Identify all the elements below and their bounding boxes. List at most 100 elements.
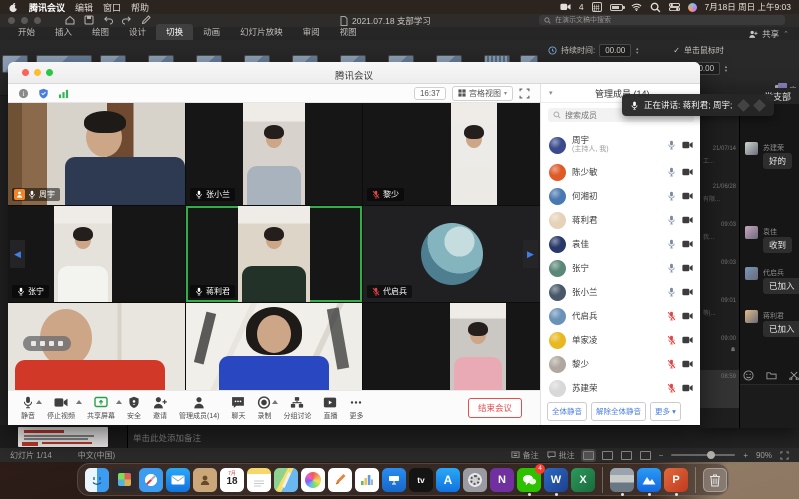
next-page-arrow[interactable]: ▶ — [523, 240, 538, 268]
wechat-chat-list-item[interactable]: 09:00 — [700, 332, 739, 370]
dock-item-tencent-meeting[interactable] — [637, 468, 661, 492]
ppt-zoom-button[interactable] — [34, 17, 41, 24]
toolbar-邀请[interactable]: 邀请 — [153, 396, 167, 421]
ppt-tab-切换[interactable]: 切换 — [156, 24, 193, 40]
toolbar-更多[interactable]: 更多 — [349, 396, 363, 421]
toolbar-录制[interactable]: 录制 — [257, 396, 271, 421]
member-camera-icon[interactable] — [682, 216, 693, 224]
dock-item-system-preferences[interactable] — [463, 468, 487, 492]
dock-item-notes[interactable] — [247, 468, 271, 492]
check-icon[interactable]: ✓ — [673, 46, 680, 55]
caret-up-icon[interactable] — [272, 400, 278, 404]
video-tile-周宇[interactable]: 周宇 — [8, 103, 185, 205]
network-signal-icon[interactable] — [58, 88, 69, 99]
member-row-张小兰[interactable]: 张小兰 — [541, 280, 701, 304]
member-mic-icon[interactable] — [667, 215, 676, 225]
ppt-tab-开始[interactable]: 开始 — [8, 24, 45, 40]
battery-icon[interactable] — [610, 4, 623, 11]
wechat-chat-list-item[interactable]: 09:01等|... — [700, 294, 739, 332]
wechat-chat-list-item[interactable]: 09:03我... — [700, 218, 739, 256]
dock-item-pages[interactable] — [328, 468, 352, 492]
emoji-icon[interactable] — [743, 370, 754, 381]
siri-icon[interactable] — [688, 3, 697, 12]
end-meeting-button[interactable]: 结束会议 — [468, 398, 522, 418]
input-method-icon[interactable]: 拼 — [592, 2, 602, 12]
member-mic-icon[interactable] — [667, 263, 676, 273]
menubar-datetime[interactable]: 7月18日 周日 上午9:03 — [705, 1, 791, 13]
menubar-menu-编辑[interactable]: 编辑 — [75, 1, 93, 14]
ppt-share-button[interactable]: 共享 ⌃ — [748, 28, 789, 40]
comments-toggle-button[interactable]: 批注 — [547, 450, 575, 461]
wechat-chat-list-item[interactable]: 09:03 — [700, 256, 739, 294]
member-mic-muted-icon[interactable] — [667, 359, 676, 369]
member-camera-icon[interactable] — [682, 288, 693, 296]
toolbar-直播[interactable]: 直播 — [323, 396, 337, 421]
meeting-info-icon[interactable]: i — [18, 88, 29, 99]
caret-up-icon[interactable] — [116, 400, 122, 404]
caret-up-icon[interactable] — [36, 400, 42, 404]
toolbar-管理成员(14)[interactable]: 管理成员(14) — [179, 396, 219, 421]
zoom-in-button[interactable]: + — [743, 451, 748, 460]
member-mic-icon[interactable] — [667, 191, 676, 201]
member-mic-muted-icon[interactable] — [667, 311, 676, 321]
wechat-chat-list-item[interactable]: 21/07/14工... — [700, 142, 739, 180]
dock-item-safari[interactable] — [139, 468, 163, 492]
member-row-单家凌[interactable]: 单家凌 — [541, 328, 701, 352]
member-camera-icon[interactable] — [682, 141, 693, 149]
dock-item-maps[interactable] — [274, 468, 298, 492]
dock-item-excel[interactable]: X — [571, 468, 595, 492]
reading-view-button[interactable] — [621, 451, 632, 460]
toolbar-停止视频[interactable]: 停止视频 — [47, 396, 75, 421]
dock-item-word[interactable]: W — [544, 468, 568, 492]
duration-stepper[interactable]: ▲▼ — [635, 47, 639, 54]
member-row-周宇[interactable]: 周宇(主持人, 我) — [541, 130, 701, 160]
member-row-何湘初[interactable]: 何湘初 — [541, 184, 701, 208]
ppt-minimize-button[interactable] — [21, 17, 28, 24]
dock-item-keynote[interactable] — [382, 468, 406, 492]
ppt-tab-审阅[interactable]: 审阅 — [293, 24, 330, 40]
toolbar-安全[interactable]: 安全 — [127, 396, 141, 421]
zoom-slider[interactable] — [671, 454, 735, 456]
video-tile-代启兵[interactable]: 代启兵 — [363, 206, 540, 302]
advance-after-stepper[interactable]: ▲▼ — [724, 65, 728, 72]
apple-logo-icon[interactable] — [8, 2, 19, 12]
ppt-search-box[interactable]: 在演示文稿中搜索 — [539, 15, 785, 25]
fit-slide-icon[interactable] — [780, 451, 789, 460]
normal-view-button[interactable] — [583, 451, 594, 460]
video-tile[interactable] — [186, 303, 362, 390]
zoom-slider-knob[interactable] — [707, 451, 715, 459]
member-row-袁佳[interactable]: 袁佳 — [541, 232, 701, 256]
ppt-tab-动画[interactable]: 动画 — [193, 24, 230, 40]
language-indicator[interactable]: 中文(中国) — [78, 450, 115, 461]
member-camera-icon[interactable] — [682, 336, 693, 344]
dock-item-finder[interactable] — [85, 468, 109, 492]
panel-button-全体静音[interactable]: 全体静音 — [547, 402, 587, 421]
previous-page-arrow[interactable]: ◀ — [10, 240, 25, 268]
ppt-tab-绘图[interactable]: 绘图 — [82, 24, 119, 40]
panel-button-解除全体静音[interactable]: 解除全体静音 — [591, 402, 646, 421]
video-tile[interactable] — [363, 303, 540, 390]
dock-item-calendar[interactable]: 7月18 — [220, 468, 244, 492]
toolbar-共享屏幕[interactable]: 共享屏幕 — [87, 396, 115, 421]
control-center-icon[interactable] — [669, 2, 680, 12]
zoom-out-button[interactable]: − — [659, 451, 664, 460]
screenshot-scissors-icon[interactable] — [789, 370, 799, 381]
toolbar-聊天[interactable]: 聊天 — [231, 396, 245, 421]
spotlight-search-icon[interactable] — [650, 2, 661, 12]
menubar-menu-窗口[interactable]: 窗口 — [103, 1, 121, 14]
member-camera-icon[interactable] — [682, 312, 693, 320]
zoom-level[interactable]: 90% — [756, 451, 772, 460]
video-tile-张宁[interactable]: 张宁 — [8, 206, 185, 302]
panel-button-更多▾[interactable]: 更多 ▾ — [650, 402, 681, 421]
slide-sorter-view-button[interactable] — [602, 451, 613, 460]
member-camera-icon[interactable] — [682, 240, 693, 248]
dock-item-mail[interactable] — [166, 468, 190, 492]
dock-item-powerpoint[interactable]: P — [664, 468, 688, 492]
member-camera-icon[interactable] — [682, 264, 693, 272]
member-mic-icon[interactable] — [667, 140, 676, 150]
toolbar-静音[interactable]: 静音 — [21, 396, 35, 421]
fullscreen-icon[interactable] — [519, 88, 530, 99]
meeting-security-shield-icon[interactable] — [38, 88, 49, 99]
member-mic-icon[interactable] — [667, 167, 676, 177]
notes-toggle-button[interactable]: 备注 — [511, 450, 539, 461]
